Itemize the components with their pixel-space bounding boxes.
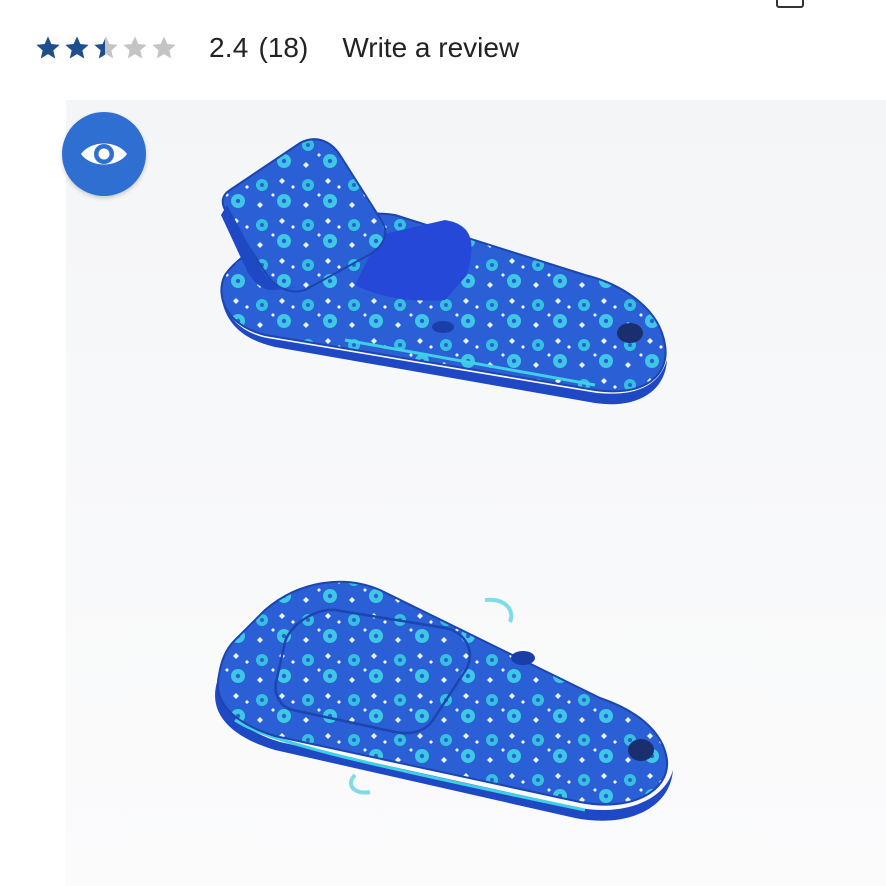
shopping-bag-icon[interactable] [776, 0, 804, 8]
star-half-icon [94, 36, 118, 59]
write-review-link[interactable]: Write a review [342, 32, 519, 64]
product-page: 2.4 (18) Write a review [0, 0, 886, 886]
rating-value: 2.4 [209, 32, 249, 63]
rating-row: 2.4 (18) Write a review [34, 28, 519, 68]
review-count[interactable]: (18) [259, 32, 309, 64]
star-full-icon [36, 36, 60, 59]
eye-icon [81, 143, 127, 165]
float-flat-image [215, 580, 673, 821]
star-empty-icon [123, 36, 147, 59]
star-rating [34, 34, 179, 62]
star-empty-icon [152, 36, 176, 59]
star-full-icon [65, 36, 89, 59]
view-button[interactable] [62, 112, 146, 196]
float-reclined-image [220, 138, 667, 405]
